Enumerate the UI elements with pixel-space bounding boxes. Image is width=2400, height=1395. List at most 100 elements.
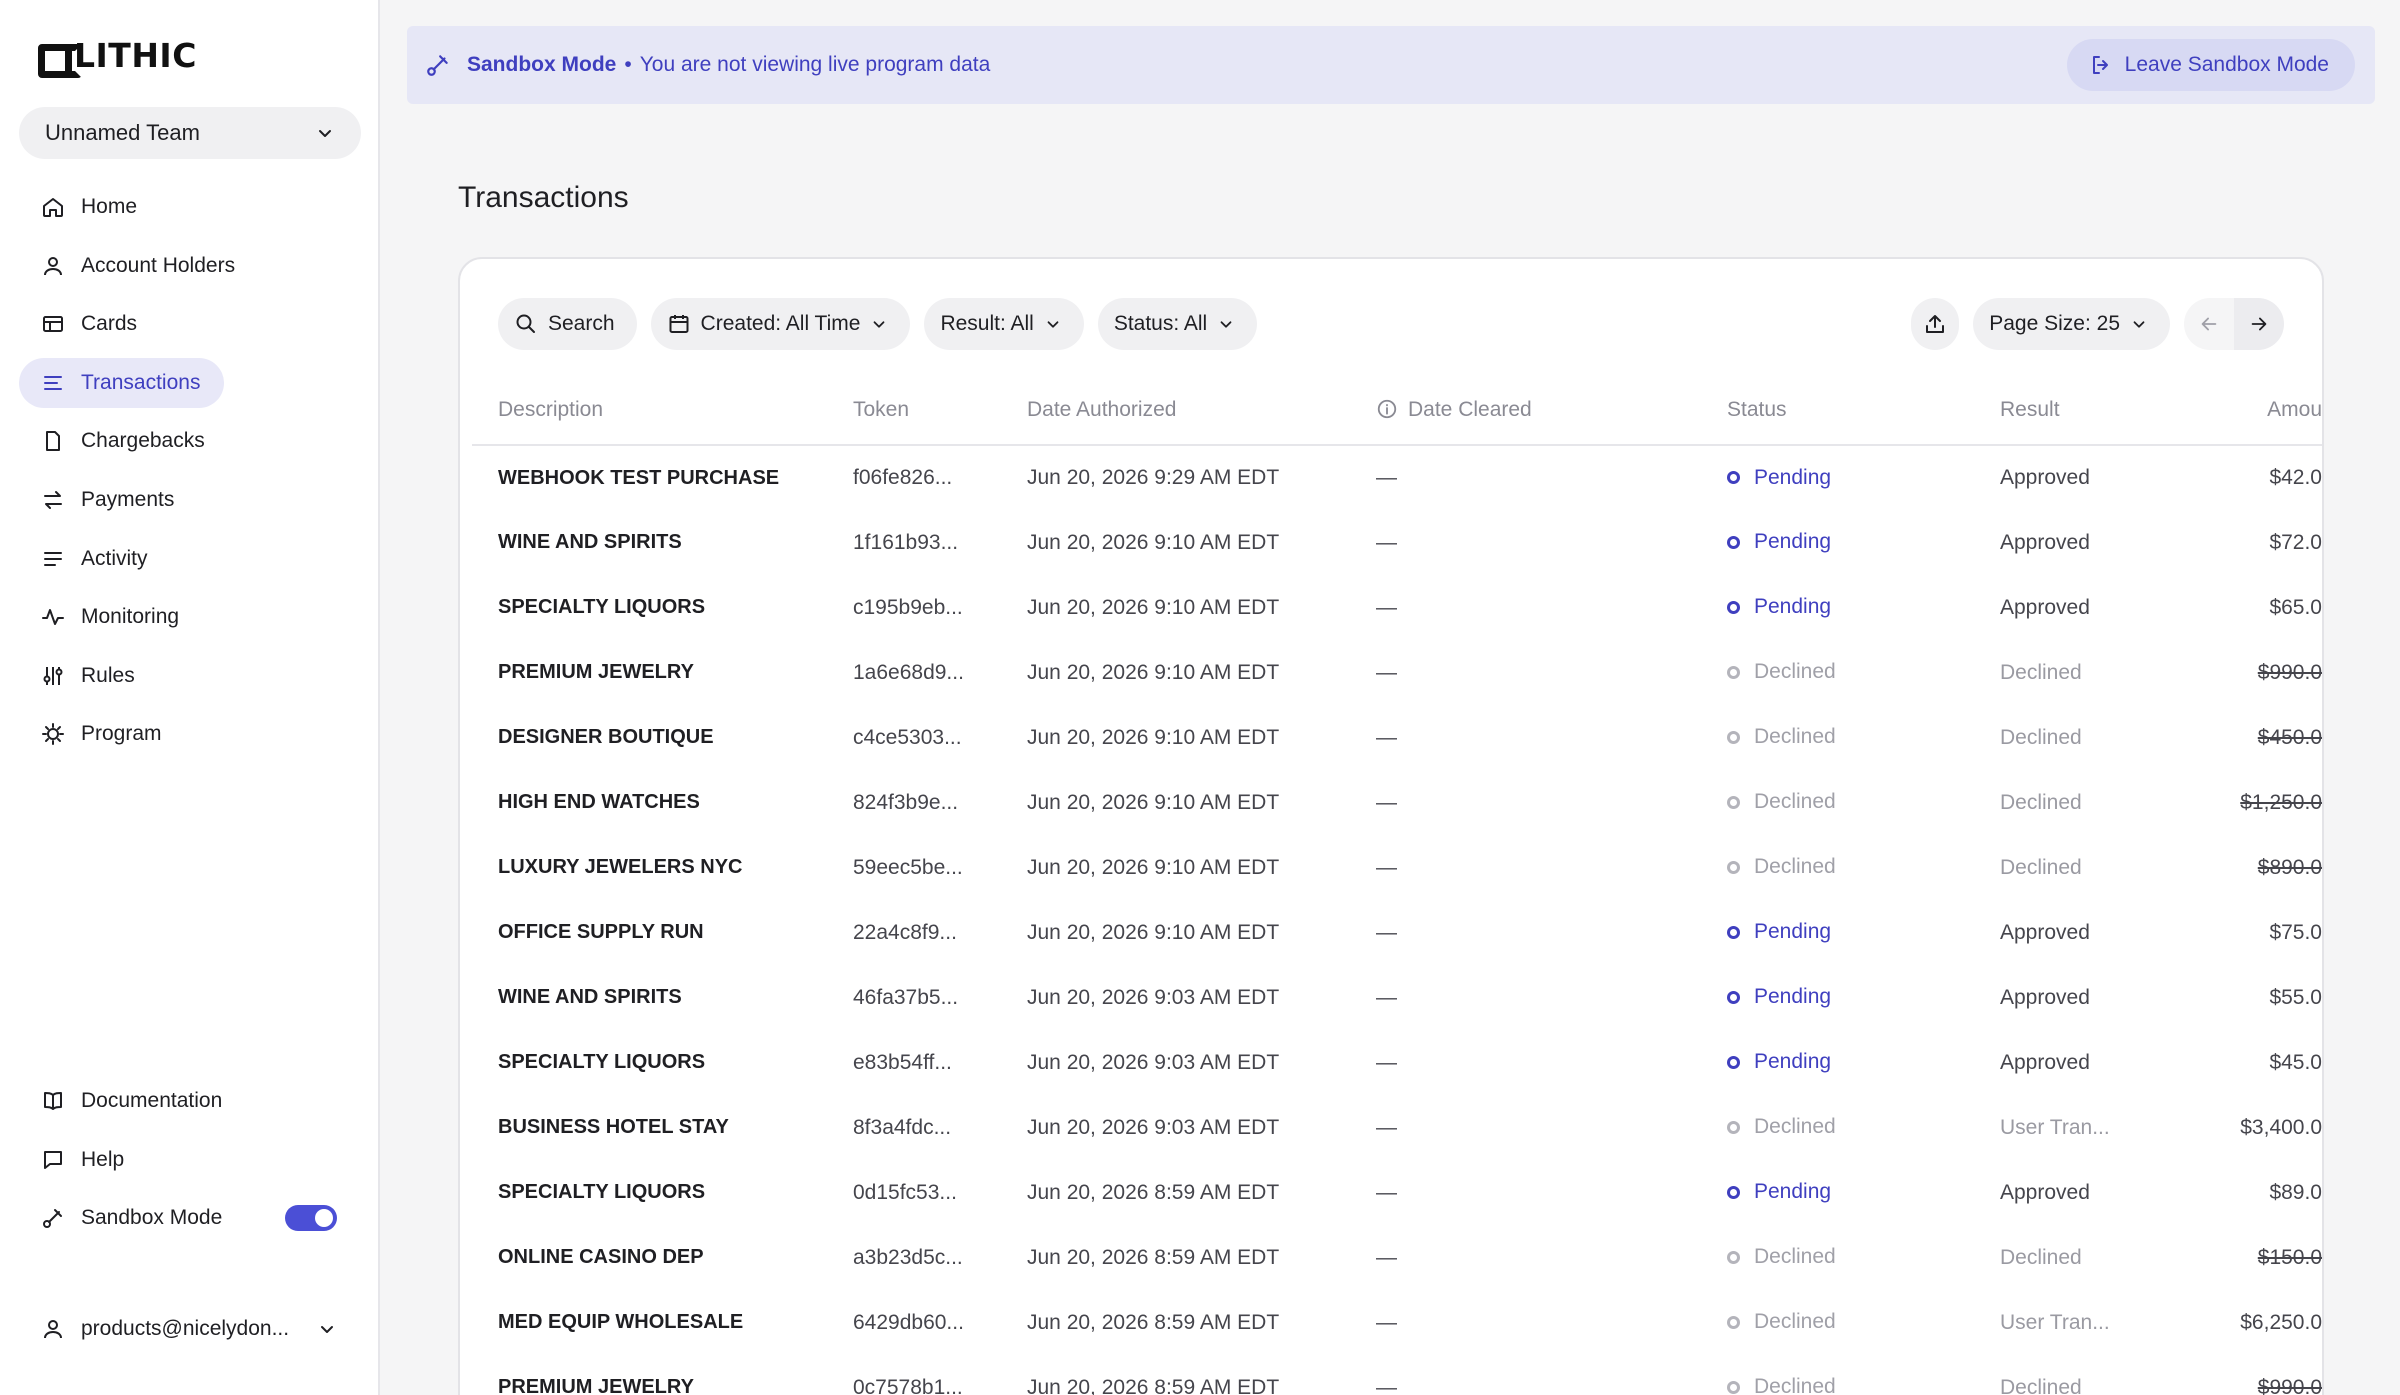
- table-row[interactable]: ONLINE CASINO DEP a3b23d5c... Jun 20, 2026…: [472, 1225, 2322, 1290]
- table-row[interactable]: WEBHOOK TEST PURCHASE f06fe826... Jun 20, …: [472, 445, 2322, 510]
- table-row[interactable]: SPECIALTY LIQUORS e83b54ff... Jun 20, 2026…: [472, 1030, 2322, 1095]
- cell-token[interactable]: 46fa37b5...: [853, 965, 1027, 1030]
- created-filter[interactable]: Created: All Time: [650, 298, 911, 350]
- nav-item-rules[interactable]: Rules: [19, 651, 159, 701]
- table-row[interactable]: WINE AND SPIRITS 1f161b93... Jun 20, 2026 …: [472, 510, 2322, 575]
- list-icon: [41, 371, 65, 395]
- nav-item-label: Account Holders: [81, 253, 236, 277]
- nav-item-payments[interactable]: Payments: [19, 475, 198, 525]
- nav-item-program[interactable]: Program: [19, 709, 186, 759]
- nav-item-account-holders[interactable]: Account Holders: [19, 241, 259, 291]
- cell-token[interactable]: c195b9eb...: [853, 575, 1027, 640]
- table-row[interactable]: DESIGNER BOUTIQUE c4ce5303... Jun 20, 2026…: [472, 705, 2322, 770]
- cell-token[interactable]: 22a4c8f9...: [853, 900, 1027, 965]
- column-date-cleared[interactable]: Date Cleared: [1376, 375, 1727, 446]
- nav-item-label: Help: [81, 1147, 125, 1171]
- cell-date-cleared: —: [1376, 1375, 1397, 1395]
- cell-description: BUSINESS HOTEL STAY: [498, 1116, 729, 1138]
- table-row[interactable]: OFFICE SUPPLY RUN 22a4c8f9... Jun 20, 2026…: [472, 900, 2322, 965]
- cell-description: PREMIUM JEWELRY: [498, 661, 694, 683]
- column-status[interactable]: Status: [1727, 375, 2000, 446]
- status-badge: Pending: [1727, 985, 1831, 1009]
- cell-token[interactable]: 6429db60...: [853, 1290, 1027, 1355]
- cell-token[interactable]: 824f3b9e...: [853, 770, 1027, 835]
- info-icon[interactable]: [1376, 398, 1398, 420]
- nav-item-label: Sandbox Mode: [81, 1206, 223, 1230]
- nav-item-documentation[interactable]: Documentation: [19, 1076, 246, 1126]
- cell-amount: $89.0: [2269, 1180, 2322, 1204]
- status-dot-icon: [1727, 1380, 1740, 1394]
- cell-status: Pending: [1727, 575, 2000, 640]
- table-row[interactable]: HIGH END WATCHES 824f3b9e... Jun 20, 2026 …: [472, 770, 2322, 835]
- cell-result: Declined: [2000, 1245, 2082, 1269]
- status-badge: Pending: [1727, 595, 1831, 619]
- status-filter[interactable]: Status: All: [1097, 298, 1258, 350]
- nav-item-home[interactable]: Home: [19, 182, 161, 232]
- column-date-authorized[interactable]: Date Authorized: [1027, 375, 1376, 446]
- user-icon: [41, 254, 65, 278]
- status-label: Declined: [1754, 855, 1836, 879]
- cell-amount: $45.0: [2269, 1050, 2322, 1074]
- cell-token[interactable]: e83b54ff...: [853, 1030, 1027, 1095]
- cell-token[interactable]: 59eec5be...: [853, 835, 1027, 900]
- status-badge: Pending: [1727, 1050, 1831, 1074]
- nav-item-sandbox-mode[interactable]: Sandbox Mode: [19, 1193, 361, 1243]
- table-row[interactable]: LUXURY JEWELERS NYC 59eec5be... Jun 20, 20…: [472, 835, 2322, 900]
- table-row[interactable]: PREMIUM JEWELRY 1a6e68d9... Jun 20, 2026 9…: [472, 640, 2322, 705]
- status-dot-icon: [1727, 990, 1740, 1004]
- cell-token[interactable]: c4ce5303...: [853, 705, 1027, 770]
- sandbox-mode-toggle[interactable]: [285, 1205, 337, 1232]
- cell-token[interactable]: 0d15fc53...: [853, 1160, 1027, 1225]
- table-row[interactable]: MED EQUIP WHOLESALE 6429db60... Jun 20, 20…: [472, 1290, 2322, 1355]
- column-description[interactable]: Description: [472, 375, 853, 446]
- status-filter-label: Status: All: [1113, 312, 1208, 335]
- cell-date-authorized: Jun 20, 2026 9:10 AM EDT: [1027, 595, 1280, 619]
- table-row[interactable]: SPECIALTY LIQUORS c195b9eb... Jun 20, 2026…: [472, 575, 2322, 640]
- nav-item-monitoring[interactable]: Monitoring: [19, 592, 203, 642]
- nav-item-chargebacks[interactable]: Chargebacks: [19, 416, 229, 466]
- table-row[interactable]: BUSINESS HOTEL STAY 8f3a4fdc... Jun 20, 20…: [472, 1095, 2322, 1160]
- nav-item-label: Documentation: [81, 1089, 223, 1112]
- nav-item-transactions[interactable]: Transactions: [19, 357, 225, 408]
- status-dot-icon: [1727, 795, 1740, 809]
- cell-result: Approved: [2000, 985, 2090, 1009]
- search-button[interactable]: Search: [498, 298, 637, 350]
- nav-item-cards[interactable]: Cards: [19, 299, 161, 349]
- result-filter[interactable]: Result: All: [924, 298, 1084, 350]
- banner-title: Sandbox Mode: [467, 53, 617, 76]
- column-result[interactable]: Result: [2000, 375, 2210, 446]
- status-label: Declined: [1754, 725, 1836, 749]
- cell-token[interactable]: 8f3a4fdc...: [853, 1095, 1027, 1160]
- table-row[interactable]: PREMIUM JEWELRY 0c7578b1... Jun 20, 2026 8…: [472, 1355, 2322, 1395]
- cell-date-authorized: Jun 20, 2026 9:10 AM EDT: [1027, 855, 1280, 879]
- cell-description: SPECIALTY LIQUORS: [498, 1051, 706, 1073]
- cell-token[interactable]: 0c7578b1...: [853, 1355, 1027, 1395]
- brand-name: LITHIC: [74, 35, 197, 75]
- export-button[interactable]: [1911, 298, 1960, 350]
- page-size-select[interactable]: Page Size: 25: [1973, 298, 2170, 350]
- result-filter-label: Result: All: [940, 312, 1034, 335]
- column-amount[interactable]: Amou: [2210, 375, 2322, 446]
- cell-token[interactable]: a3b23d5c...: [853, 1225, 1027, 1290]
- cell-token[interactable]: 1a6e68d9...: [853, 640, 1027, 705]
- cell-token[interactable]: 1f161b93...: [853, 510, 1027, 575]
- cell-result: User Tran...: [2000, 1115, 2110, 1139]
- prev-page-button[interactable]: [2184, 298, 2234, 350]
- lithic-logo[interactable]: LITHIC: [38, 35, 197, 78]
- column-token[interactable]: Token: [853, 375, 1027, 446]
- table-row[interactable]: WINE AND SPIRITS 46fa37b5... Jun 20, 2026 …: [472, 965, 2322, 1030]
- status-label: Pending: [1754, 1050, 1832, 1074]
- next-page-button[interactable]: [2234, 298, 2284, 350]
- user-menu[interactable]: products@nicelydon...: [19, 1304, 361, 1354]
- status-dot-icon: [1727, 1250, 1740, 1264]
- team-selector[interactable]: Unnamed Team: [19, 107, 361, 159]
- nav-item-help[interactable]: Help: [19, 1135, 148, 1185]
- status-label: Declined: [1754, 660, 1836, 684]
- cell-status: Declined: [1727, 1225, 2000, 1290]
- table-row[interactable]: SPECIALTY LIQUORS 0d15fc53... Jun 20, 2026…: [472, 1160, 2322, 1225]
- nav-item-activity[interactable]: Activity: [19, 534, 172, 584]
- cell-date-authorized: Jun 20, 2026 9:03 AM EDT: [1027, 1050, 1280, 1074]
- leave-sandbox-button[interactable]: Leave Sandbox Mode: [2066, 39, 2355, 91]
- cell-status: Pending: [1727, 445, 2000, 510]
- cell-token[interactable]: f06fe826...: [853, 445, 1027, 510]
